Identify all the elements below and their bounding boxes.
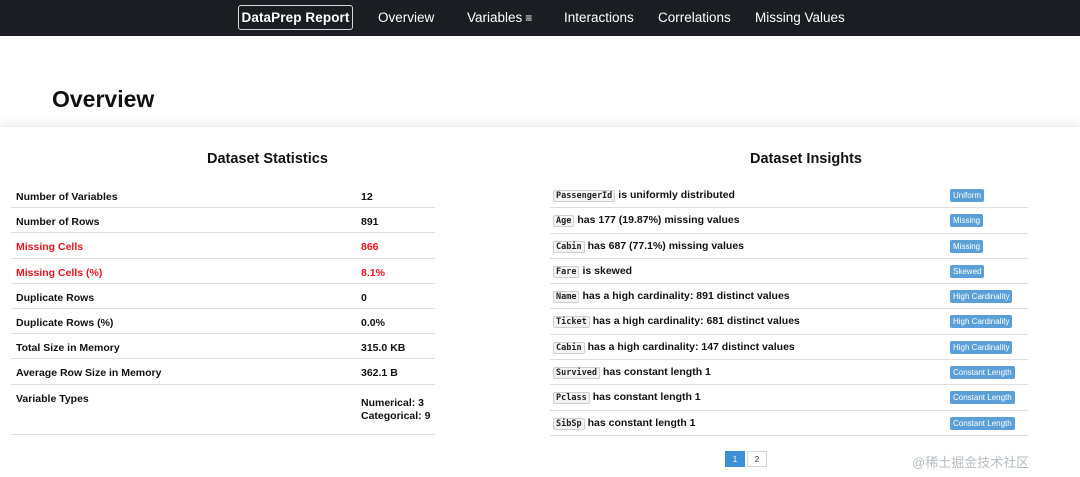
stat-value: 362.1 B xyxy=(361,367,398,380)
stat-label: Missing Cells xyxy=(16,241,84,254)
stat-label: Duplicate Rows xyxy=(16,291,95,304)
page-button-1[interactable]: 1 xyxy=(725,451,745,467)
stat-label: Duplicate Rows (%) xyxy=(16,316,114,329)
statistics-title: Dataset Statistics xyxy=(207,151,328,167)
variable-types-categorical: Categorical: 9 xyxy=(361,409,431,422)
insight-row: Cabin has a high cardinality: 147 distinc… xyxy=(550,335,1028,361)
insight-text: has constant length 1 xyxy=(592,391,701,404)
column-name: Cabin xyxy=(553,341,585,354)
nav-missing-values[interactable]: Missing Values xyxy=(755,10,845,26)
insight-row: SibSp has constant length 1 Constant Leng… xyxy=(550,411,1028,436)
insight-tag[interactable]: Constant Length xyxy=(950,416,1015,430)
column-name: Cabin xyxy=(553,240,585,253)
insight-text: has constant length 1 xyxy=(602,366,711,379)
column-name: PassengerId xyxy=(553,190,616,202)
stat-row-alert: Missing Cells 866 xyxy=(11,233,435,259)
insight-row: Ticket has a high cardinality: 681 distin… xyxy=(550,309,1028,335)
insights-table: PassengerId is uniformly distributed Unif… xyxy=(550,183,1028,436)
stat-value: Numerical: 3 Categorical: 9 xyxy=(361,397,430,423)
menu-icon: ≡ xyxy=(525,11,533,25)
stat-label: Average Row Size in Memory xyxy=(16,367,162,380)
insight-text: has a high cardinality: 681 distinct val… xyxy=(592,315,800,328)
insight-tag[interactable]: Missing xyxy=(950,239,984,253)
insight-text: has a high cardinality: 891 distinct val… xyxy=(582,290,790,303)
stat-value: 0 xyxy=(361,291,367,304)
insight-text: has 177 (19.87%) missing values xyxy=(577,214,740,227)
stat-row: Number of Rows 891 xyxy=(11,208,435,234)
insights-title: Dataset Insights xyxy=(750,151,862,167)
stat-row: Variable Types Numerical: 3 Categorical:… xyxy=(11,385,435,435)
column-name: Age xyxy=(553,215,575,228)
insight-row: Age has 177 (19.87%) missing values Missi… xyxy=(550,208,1028,234)
insight-row: PassengerId is uniformly distributed Unif… xyxy=(550,183,1028,209)
insight-tag[interactable]: High Cardinality xyxy=(950,290,1013,304)
stat-row-alert: Missing Cells (%) 8.1% xyxy=(11,259,435,284)
stat-label: Variable Types xyxy=(16,392,89,405)
insight-tag[interactable]: Constant Length xyxy=(950,391,1015,405)
column-name: Ticket xyxy=(553,316,590,329)
insight-tag[interactable]: Uniform xyxy=(950,189,985,202)
nav-interactions[interactable]: Interactions xyxy=(564,10,634,26)
nav-variables[interactable]: Variables ≡ xyxy=(467,10,532,26)
brand-link[interactable]: DataPrep Report xyxy=(238,5,353,30)
stat-label: Total Size in Memory xyxy=(16,342,120,355)
stat-value: 12 xyxy=(361,191,373,203)
stat-row: Average Row Size in Memory 362.1 B xyxy=(11,359,435,385)
stat-value: 891 xyxy=(361,216,379,229)
insight-tag[interactable]: Missing xyxy=(950,214,984,228)
stat-value: 866 xyxy=(361,241,379,254)
stat-row: Total Size in Memory 315.0 KB xyxy=(11,334,435,360)
watermark: @稀土掘金技术社区 xyxy=(912,455,1030,470)
stat-value: 0.0% xyxy=(361,316,385,329)
insight-text: is uniformly distributed xyxy=(618,189,735,201)
column-name: Name xyxy=(553,291,580,304)
insight-tag[interactable]: Constant Length xyxy=(950,366,1015,380)
insights-pagination: 1 2 xyxy=(725,451,767,467)
stat-row: Duplicate Rows (%) 0.0% xyxy=(11,309,435,335)
nav-variables-label: Variables xyxy=(467,10,523,25)
stat-row: Number of Variables 12 xyxy=(11,183,435,209)
insight-tag[interactable]: Skewed xyxy=(950,264,985,278)
top-navbar: DataPrep Report Overview Variables ≡ Inte… xyxy=(0,0,1080,36)
stat-row: Duplicate Rows 0 xyxy=(11,284,435,309)
insight-row: Cabin has 687 (77.1%) missing values Miss… xyxy=(550,234,1028,259)
stat-label: Number of Variables xyxy=(16,191,118,203)
insight-row: Pclass has constant length 1 Constant Len… xyxy=(550,385,1028,411)
page-title: Overview xyxy=(52,86,155,112)
column-name: Fare xyxy=(553,265,580,278)
nav-overview[interactable]: Overview xyxy=(378,10,434,26)
nav-correlations[interactable]: Correlations xyxy=(658,10,731,26)
insight-row: Survived has constant length 1 Constant L… xyxy=(550,360,1028,386)
insight-row: Name has a high cardinality: 891 distinct… xyxy=(550,284,1028,310)
insight-text: has constant length 1 xyxy=(587,416,696,429)
variable-types-numerical: Numerical: 3 xyxy=(361,396,425,409)
statistics-table: Number of Variables 12 Number of Rows 89… xyxy=(11,183,435,435)
page-button-2[interactable]: 2 xyxy=(747,451,767,467)
insight-tag[interactable]: High Cardinality xyxy=(950,315,1013,329)
stat-label: Missing Cells (%) xyxy=(16,266,103,279)
stat-value: 315.0 KB xyxy=(361,342,406,355)
column-name: Survived xyxy=(553,367,600,380)
column-name: SibSp xyxy=(553,417,585,430)
insight-text: is skewed xyxy=(582,264,633,277)
insight-row: Fare is skewed Skewed xyxy=(550,259,1028,285)
column-name: Pclass xyxy=(553,392,590,405)
insight-tag[interactable]: High Cardinality xyxy=(950,340,1013,354)
insight-text: has 687 (77.1%) missing values xyxy=(587,239,745,252)
stat-value: 8.1% xyxy=(361,266,385,279)
stat-label: Number of Rows xyxy=(16,216,100,229)
insight-text: has a high cardinality: 147 distinct val… xyxy=(587,340,795,353)
